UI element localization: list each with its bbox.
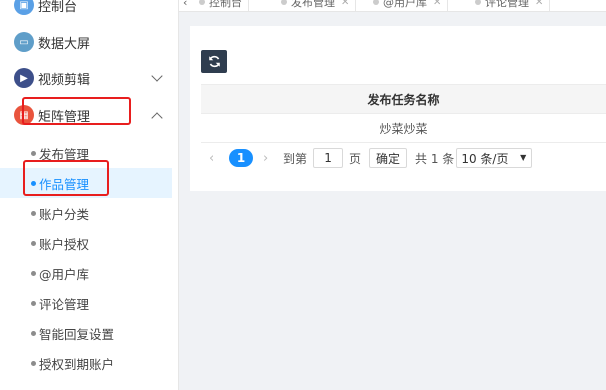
column-header-task-name: 发布任务名称 bbox=[201, 84, 606, 114]
tab-bar: ‹ 控制台 发布管理 ✕ @用户库 ✕ 评论管理 ✕ bbox=[179, 0, 606, 12]
sub-item-user-library[interactable]: @用户库 bbox=[0, 258, 172, 288]
tab-publish[interactable]: 发布管理 ✕ bbox=[275, 0, 357, 11]
sub-item-label: 账户授权 bbox=[39, 236, 90, 252]
total-count: 共 1 条 bbox=[415, 151, 455, 166]
chevron-up-icon bbox=[151, 112, 163, 124]
goto-prefix: 到第 bbox=[283, 151, 308, 166]
sidebar: ▣ 控制台 ▭ 数据大屏 ▶ 视频剪辑 ▦ 矩阵管理 发布管理 作品管理 账户分… bbox=[0, 0, 179, 390]
sidebar-item-label: 控制台 bbox=[38, 0, 78, 15]
sidebar-item-label: 视频剪辑 bbox=[38, 72, 91, 88]
refresh-icon bbox=[208, 55, 220, 68]
page-size-value: 10 条/页 bbox=[461, 151, 509, 166]
chevron-down-icon bbox=[151, 70, 163, 82]
page-1-button[interactable]: 1 bbox=[229, 149, 253, 167]
bullet-icon bbox=[31, 360, 36, 366]
close-icon[interactable]: ✕ bbox=[341, 0, 349, 8]
close-icon[interactable]: ✕ bbox=[433, 0, 441, 8]
video-edit-icon: ▶ bbox=[14, 68, 34, 88]
goto-page-input[interactable]: 1 bbox=[313, 148, 344, 168]
bullet-icon bbox=[31, 240, 36, 246]
bullet-icon bbox=[31, 300, 36, 306]
pagination: ‹ 1 › 到第 1 页 确定 共 1 条 10 条/页 ▼ bbox=[209, 147, 533, 169]
bullet-icon bbox=[31, 270, 36, 276]
sub-item-label: 账户分类 bbox=[39, 206, 90, 222]
sub-item-account-category[interactable]: 账户分类 bbox=[0, 198, 172, 228]
sidebar-item-video-edit[interactable]: ▶ 视频剪辑 bbox=[0, 59, 179, 97]
sub-item-comments[interactable]: 评论管理 bbox=[0, 288, 172, 318]
sub-item-label: 评论管理 bbox=[39, 296, 90, 312]
tab-dashboard[interactable]: 控制台 bbox=[193, 0, 249, 11]
sub-item-account-auth[interactable]: 账户授权 bbox=[0, 228, 172, 258]
tab-dot-icon bbox=[281, 0, 287, 5]
sub-item-label: 授权到期账户 bbox=[39, 356, 115, 372]
bullet-icon bbox=[31, 150, 36, 156]
next-page-icon[interactable]: › bbox=[263, 151, 277, 166]
caret-down-icon: ▼ bbox=[520, 153, 527, 162]
dashboard-icon: ▣ bbox=[14, 0, 34, 15]
tab-dot-icon bbox=[373, 0, 379, 5]
tab-label: @用户库 bbox=[383, 0, 427, 9]
screen-icon: ▭ bbox=[14, 32, 34, 52]
goto-suffix: 页 bbox=[349, 151, 362, 166]
tab-label: 控制台 bbox=[209, 0, 242, 9]
sub-item-label: @用户库 bbox=[39, 266, 90, 282]
page-size-select[interactable]: 10 条/页 ▼ bbox=[456, 148, 533, 168]
bullet-icon bbox=[31, 210, 36, 216]
sub-item-label: 智能回复设置 bbox=[39, 326, 115, 342]
sub-item-smart-reply[interactable]: 智能回复设置 bbox=[0, 318, 172, 348]
highlight-box-works bbox=[23, 160, 109, 196]
tab-scroll-left-icon[interactable]: ‹ bbox=[179, 0, 191, 11]
sub-item-expired-accounts[interactable]: 授权到期账户 bbox=[0, 348, 172, 378]
tab-dot-icon bbox=[199, 0, 205, 5]
highlight-box-matrix bbox=[22, 97, 131, 125]
tab-dot-icon bbox=[475, 0, 481, 5]
table-row[interactable]: 炒菜炒菜 bbox=[201, 114, 606, 143]
sidebar-item-dashboard[interactable]: ▣ 控制台 bbox=[0, 0, 179, 24]
prev-page-icon[interactable]: ‹ bbox=[209, 151, 223, 166]
tab-user-library[interactable]: @用户库 ✕ bbox=[367, 0, 449, 11]
confirm-button[interactable]: 确定 bbox=[369, 148, 408, 168]
task-table: 发布任务名称 炒菜炒菜 bbox=[201, 84, 606, 143]
sidebar-item-data-screen[interactable]: ▭ 数据大屏 bbox=[0, 23, 179, 61]
tab-comments[interactable]: 评论管理 ✕ bbox=[469, 0, 551, 11]
sidebar-item-label: 数据大屏 bbox=[38, 36, 91, 52]
close-icon[interactable]: ✕ bbox=[535, 0, 543, 8]
tab-label: 评论管理 bbox=[485, 0, 529, 9]
refresh-button[interactable] bbox=[201, 50, 227, 73]
bullet-icon bbox=[31, 330, 36, 336]
content-card: 发布任务名称 炒菜炒菜 ‹ 1 › 到第 1 页 确定 共 1 条 10 条/页… bbox=[190, 26, 606, 191]
tab-label: 发布管理 bbox=[291, 0, 335, 9]
